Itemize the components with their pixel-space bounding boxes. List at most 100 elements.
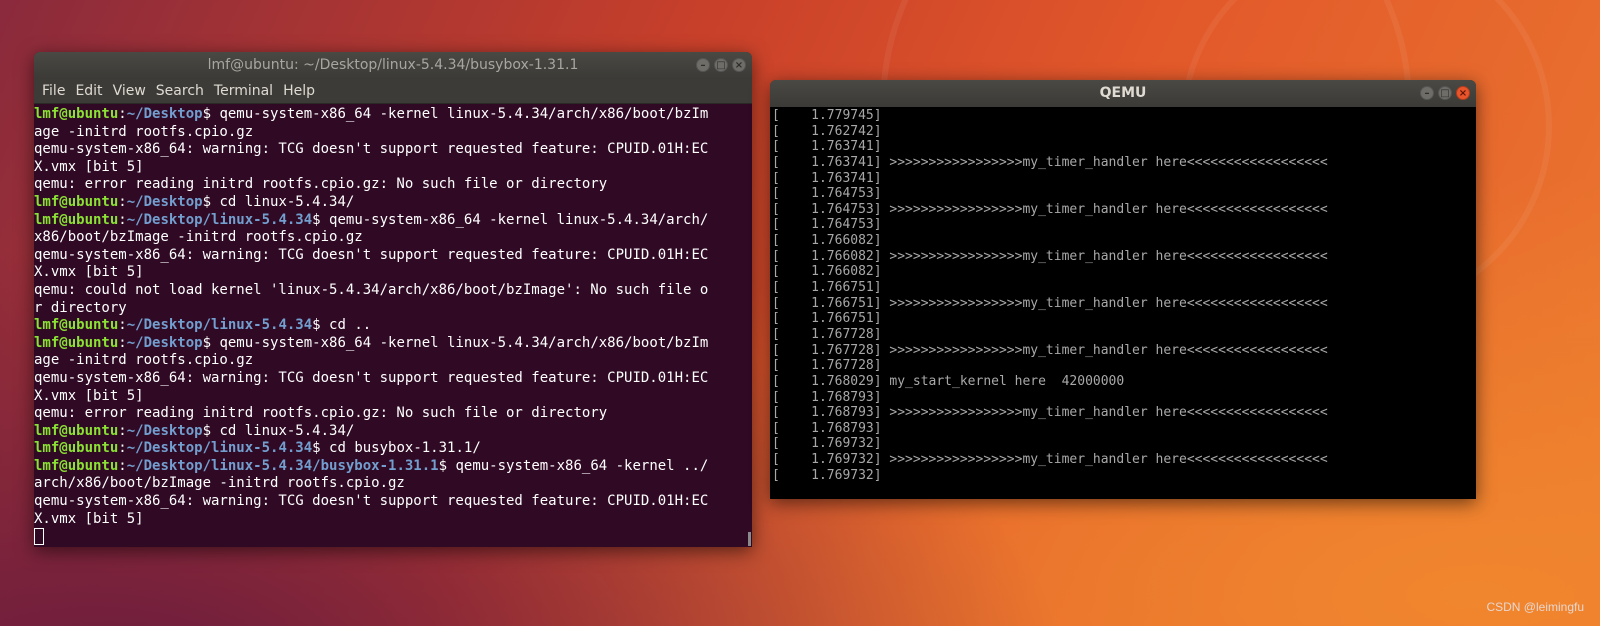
terminal-text: $ qemu-system-x86_64 -kernel linux-5.4.3… [202, 334, 709, 351]
terminal-line: lmf@ubuntu:~/Desktop$ cd linux-5.4.34/ [34, 423, 752, 441]
terminal-text: qemu-system-x86_64: warning: TCG doesn't… [34, 141, 709, 158]
qemu-window: QEMU – □ × [ 1.779745][ 1.762742][ 1.763… [770, 80, 1476, 499]
terminal-line: qemu-system-x86_64: warning: TCG doesn't… [34, 141, 752, 159]
terminal-line: age -initrd rootfs.cpio.gz [34, 124, 752, 142]
terminal-line: qemu: error reading initrd rootfs.cpio.g… [34, 176, 752, 194]
terminal-text: $ qemu-system-x86_64 -kernel linux-5.4.3… [202, 106, 709, 122]
menu-search[interactable]: Search [152, 79, 208, 103]
qemu-titlebar[interactable]: QEMU – □ × [770, 80, 1476, 107]
terminal-text: qemu: error reading initrd rootfs.cpio.g… [34, 405, 608, 422]
menu-help[interactable]: Help [279, 79, 319, 103]
terminal-text: x86/boot/bzImage -initrd rootfs.cpio.gz [34, 229, 363, 246]
terminal-text: X.vmx [bit 5] [34, 158, 144, 175]
qemu-log-line: [ 1.768793] [772, 420, 882, 436]
terminal-text: : [118, 106, 127, 122]
terminal-text: : [118, 317, 127, 334]
prompt-path: ~/Desktop [126, 193, 203, 210]
maximize-icon[interactable]: □ [1438, 86, 1452, 100]
qemu-window-controls: – □ × [1420, 86, 1470, 100]
terminal-line: lmf@ubuntu:~/Desktop$ qemu-system-x86_64… [34, 106, 752, 124]
terminal-line: X.vmx [bit 5] [34, 159, 752, 177]
qemu-log-line: [ 1.764753] [772, 217, 882, 233]
menu-view[interactable]: View [109, 79, 150, 103]
qemu-log-line: [ 1.763741] [772, 170, 882, 186]
terminal-line: qemu-system-x86_64: warning: TCG doesn't… [34, 370, 752, 388]
prompt-user-host: lmf@ubuntu [34, 334, 119, 351]
maximize-icon[interactable]: □ [714, 58, 728, 72]
qemu-log-line: [ 1.766082] >>>>>>>>>>>>>>>>>my_timer_ha… [772, 248, 1328, 264]
qemu-console[interactable]: [ 1.779745][ 1.762742][ 1.763741][ 1.763… [770, 107, 1476, 499]
prompt-path: ~/Desktop [126, 422, 203, 439]
terminal-text: : [118, 334, 127, 351]
prompt-user-host: lmf@ubuntu [34, 457, 119, 474]
terminal-text: : [118, 440, 127, 457]
terminal-text: $ cd busybox-1.31.1/ [312, 440, 481, 457]
terminal-text: age -initrd rootfs.cpio.gz [34, 352, 254, 369]
qemu-log-line: [ 1.769732] [772, 467, 882, 483]
prompt-path: ~/Desktop [126, 106, 203, 122]
prompt-path: ~/Desktop/linux-5.4.34 [126, 211, 313, 228]
terminal-line: age -initrd rootfs.cpio.gz [34, 352, 752, 370]
qemu-title: QEMU [1099, 85, 1147, 101]
qemu-log-line: [ 1.763741] >>>>>>>>>>>>>>>>>my_timer_ha… [772, 154, 1328, 170]
watermark: CSDN @leimingfu [1486, 600, 1584, 614]
prompt-path: ~/Desktop [126, 334, 203, 351]
terminal-menubar: File Edit View Search Terminal Help [34, 79, 752, 104]
terminal-window: lmf@ubuntu: ~/Desktop/linux-5.4.34/busyb… [34, 52, 752, 547]
terminal-line: lmf@ubuntu:~/Desktop/linux-5.4.34$ qemu-… [34, 212, 752, 230]
terminal-titlebar[interactable]: lmf@ubuntu: ~/Desktop/linux-5.4.34/busyb… [34, 52, 752, 79]
terminal-text: X.vmx [bit 5] [34, 510, 144, 527]
terminal-cursor [34, 528, 44, 546]
menu-edit[interactable]: Edit [71, 79, 106, 103]
terminal-text: : [118, 457, 127, 474]
prompt-user-host: lmf@ubuntu [34, 193, 119, 210]
prompt-user-host: lmf@ubuntu [34, 440, 119, 457]
terminal-line: x86/boot/bzImage -initrd rootfs.cpio.gz [34, 229, 752, 247]
prompt-user-host: lmf@ubuntu [34, 317, 119, 334]
terminal-line: lmf@ubuntu:~/Desktop/linux-5.4.34/busybo… [34, 458, 752, 476]
prompt-path: ~/Desktop/linux-5.4.34 [126, 317, 313, 334]
prompt-user-host: lmf@ubuntu [34, 211, 119, 228]
terminal-line: X.vmx [bit 5] [34, 388, 752, 406]
terminal-text: qemu-system-x86_64: warning: TCG doesn't… [34, 369, 709, 386]
prompt-user-host: lmf@ubuntu [34, 422, 119, 439]
terminal-title: lmf@ubuntu: ~/Desktop/linux-5.4.34/busyb… [207, 57, 579, 73]
qemu-log-line: [ 1.768029] my_start_kernel here 4200000… [772, 373, 1125, 389]
qemu-log-line: [ 1.766082] [772, 264, 882, 280]
terminal-text: arch/x86/boot/bzImage -initrd rootfs.cpi… [34, 475, 405, 492]
terminal-text: qemu: could not load kernel 'linux-5.4.3… [34, 281, 709, 298]
minimize-icon[interactable]: – [1420, 86, 1434, 100]
terminal-line: lmf@ubuntu:~/Desktop/linux-5.4.34$ cd bu… [34, 440, 752, 458]
terminal-output[interactable]: lmf@ubuntu:~/Desktop$ qemu-system-x86_64… [34, 104, 752, 547]
qemu-log-line: [ 1.768793] [772, 389, 882, 405]
menu-terminal[interactable]: Terminal [210, 79, 277, 103]
terminal-line: qemu-system-x86_64: warning: TCG doesn't… [34, 493, 752, 511]
terminal-line: X.vmx [bit 5] [34, 511, 752, 529]
terminal-text: $ cd linux-5.4.34/ [202, 422, 355, 439]
close-icon[interactable]: × [732, 58, 746, 72]
qemu-log-line: [ 1.767728] [772, 358, 882, 374]
terminal-scrollbar[interactable] [748, 532, 751, 546]
terminal-line: arch/x86/boot/bzImage -initrd rootfs.cpi… [34, 475, 752, 493]
terminal-window-controls: – □ × [696, 58, 746, 72]
qemu-log-line: [ 1.769732] [772, 436, 882, 452]
prompt-path: ~/Desktop/linux-5.4.34 [126, 440, 313, 457]
minimize-icon[interactable]: – [696, 58, 710, 72]
terminal-text: $ cd linux-5.4.34/ [202, 193, 355, 210]
terminal-line: qemu-system-x86_64: warning: TCG doesn't… [34, 247, 752, 265]
qemu-log-line: [ 1.762742] [772, 123, 882, 139]
prompt-user-host: lmf@ubuntu [34, 106, 119, 122]
terminal-text: $ cd .. [312, 317, 372, 334]
terminal-text: $ qemu-system-x86_64 -kernel ../ [438, 457, 709, 474]
qemu-log-line: [ 1.768793] >>>>>>>>>>>>>>>>>my_timer_ha… [772, 405, 1328, 421]
terminal-text: : [118, 422, 127, 439]
qemu-log-line: [ 1.766751] [772, 311, 882, 327]
close-icon[interactable]: × [1456, 86, 1470, 100]
terminal-text: qemu-system-x86_64: warning: TCG doesn't… [34, 493, 709, 510]
qemu-log-line: [ 1.767728] [772, 326, 882, 342]
terminal-input-line[interactable] [34, 528, 752, 546]
menu-file[interactable]: File [38, 79, 69, 103]
qemu-log-line: [ 1.764753] [772, 186, 882, 202]
terminal-line: r directory [34, 300, 752, 318]
terminal-text: r directory [34, 299, 127, 316]
